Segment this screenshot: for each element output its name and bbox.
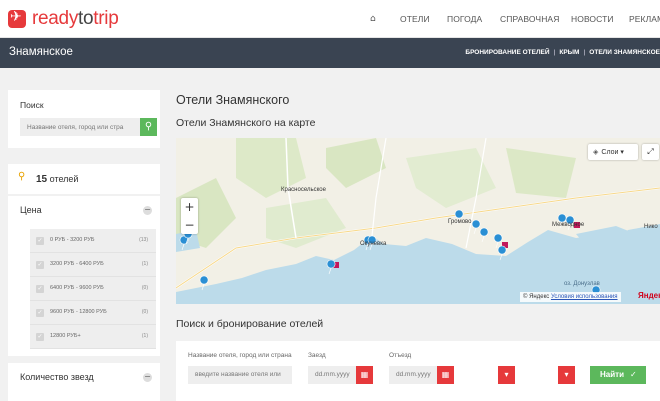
page-title-bar: Знамянское БРОНИРОВАНИЕ ОТЕЛЕЙ | КРЫМ | ОТЕЛ… (0, 38, 660, 68)
price-filter-item[interactable]: ✓ 3200 РУБ - 6400 РУБ (1) (30, 253, 156, 277)
map-label-mezhvodnoe: Межводное (552, 222, 585, 228)
nav-item-hotels[interactable]: ОТЕЛИ (400, 14, 430, 24)
home-icon[interactable]: ⌂ (370, 14, 376, 24)
breadcrumb-item[interactable]: КРЫМ (559, 49, 579, 56)
price-filter-item[interactable]: ✓ 6400 РУБ - 9600 РУБ (0) (30, 277, 156, 301)
nav-item-reference[interactable]: СПРАВОЧНАЯ (500, 14, 559, 24)
guests-select[interactable]: ▾ (498, 366, 515, 384)
map-zoom-control: + − (181, 198, 198, 234)
top-navbar: readytotrip ⌂ ОТЕЛИ ПОГОДА СПРАВОЧНАЯ НО… (0, 0, 660, 38)
hotel-count-number: 15 (36, 174, 48, 185)
zoom-out-button[interactable]: − (181, 216, 198, 234)
price-filter-title: Цена (20, 205, 42, 215)
search-icon: ⚲ (144, 121, 153, 132)
map-canvas (176, 138, 660, 304)
breadcrumb: БРОНИРОВАНИЕ ОТЕЛЕЙ | КРЫМ | ОТЕЛИ ЗНАМЯНСКО… (465, 49, 660, 56)
hotel-name-input[interactable]: введите название отеля или (188, 366, 292, 384)
map-label-gromovo: Громово (448, 219, 472, 225)
zoom-in-button[interactable]: + (181, 198, 198, 216)
breadcrumb-item[interactable]: БРОНИРОВАНИЕ ОТЕЛЕЙ (465, 49, 549, 56)
map-label-krasnoselskoe: Красносельское (281, 187, 326, 193)
checkbox[interactable]: ✓ (36, 261, 44, 269)
map-layers-button[interactable]: ◈ Слои ▾ (588, 144, 638, 160)
map-heading: Отели Знамянского на карте (176, 117, 316, 129)
checkout-label: Отъезд (389, 352, 412, 359)
check-icon: ✓ (629, 370, 637, 379)
calendar-icon[interactable]: ▦ (356, 366, 373, 384)
breadcrumb-item[interactable]: ОТЕЛИ ЗНАМЯНСКОЕ (589, 49, 660, 56)
nav-item-ads[interactable]: РЕКЛАМА (629, 14, 660, 24)
booking-heading: Поиск и бронирование отелей (176, 318, 324, 330)
fullscreen-icon[interactable]: ⤢ (642, 144, 659, 160)
search-button[interactable]: ⚲ (140, 118, 157, 136)
search-icon: ⚲ (18, 171, 26, 182)
calendar-icon[interactable]: ▦ (437, 366, 454, 384)
checkbox[interactable]: ✓ (36, 309, 44, 317)
stars-filter-title: Количество звезд (20, 372, 94, 382)
collapse-icon[interactable]: − (143, 206, 152, 215)
page-title: Знамянское (9, 46, 73, 58)
rooms-select[interactable]: ▾ (558, 366, 575, 384)
booking-form: Название отеля, город или страна введите… (176, 341, 660, 401)
price-filter-panel: Цена − ✓ 0 РУБ - 3200 РУБ (13) ✓ 3200 РУБ -… (8, 196, 160, 356)
find-button[interactable]: Найти ✓ (590, 366, 646, 384)
search-label: Поиск (20, 100, 44, 110)
checkbox[interactable]: ✓ (36, 333, 44, 341)
layers-icon: ◈ (593, 148, 599, 156)
checkout-input[interactable]: dd.mm.yyyy (389, 366, 437, 384)
collapse-icon[interactable]: − (143, 373, 152, 382)
price-filter-item[interactable]: ✓ 12800 РУБ+ (1) (30, 325, 156, 349)
main-nav: ⌂ ОТЕЛИ ПОГОДА СПРАВОЧНАЯ НОВОСТИ РЕКЛАМ… (0, 0, 660, 38)
price-filter-list: ✓ 0 РУБ - 3200 РУБ (13) ✓ 3200 РУБ - 6400 Р… (30, 229, 156, 349)
hotels-map[interactable]: Красносельское Окуневка Громово Межводно… (176, 138, 660, 304)
map-label-okunevka: Окуневка (360, 241, 387, 247)
map-copyright: © Яндекс Условия использования (520, 292, 621, 302)
hotel-name-label: Название отеля, город или страна (188, 352, 292, 359)
map-label-niko: Нико (644, 224, 658, 230)
checkin-label: Заезд (308, 352, 326, 359)
price-filter-item[interactable]: ✓ 0 РУБ - 3200 РУБ (13) (30, 229, 156, 253)
checkbox[interactable]: ✓ (36, 285, 44, 293)
search-input[interactable] (20, 118, 140, 136)
sidebar-search-panel: Поиск ⚲ (8, 90, 160, 148)
hotel-count-panel: ⚲ 15 отелей (8, 164, 160, 194)
hotel-count-label: отелей (49, 174, 79, 184)
stars-filter-panel: Количество звезд − (8, 363, 160, 401)
checkbox[interactable]: ✓ (36, 237, 44, 245)
map-terms-link[interactable]: Условия использования (551, 294, 618, 300)
hotel-count: 15 отелей (36, 174, 78, 185)
nav-item-news[interactable]: НОВОСТИ (571, 14, 614, 24)
nav-item-weather[interactable]: ПОГОДА (447, 14, 482, 24)
page-heading: Отели Знамянского (176, 93, 290, 107)
map-label-donuzlav: оз. Донузлав (564, 281, 600, 287)
yandex-logo[interactable]: Яндекс (638, 291, 660, 300)
checkin-input[interactable]: dd.mm.yyyy (308, 366, 356, 384)
price-filter-item[interactable]: ✓ 9600 РУБ - 12800 РУБ (0) (30, 301, 156, 325)
